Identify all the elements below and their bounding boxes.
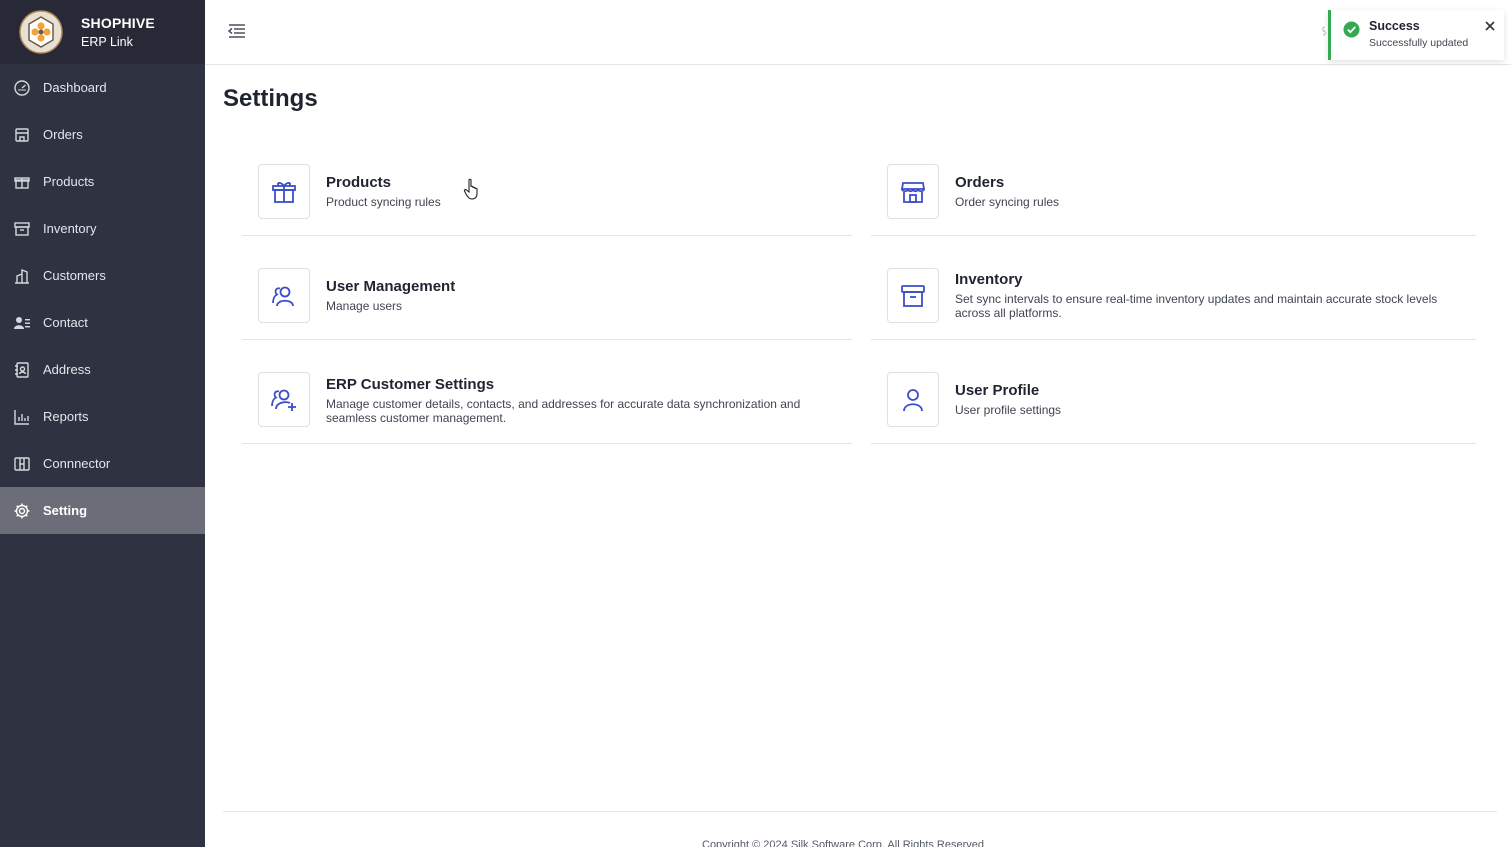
sidebar-item-reports[interactable]: Reports bbox=[0, 393, 205, 440]
sidebar-nav: Dashboard Orders Products Inventory Cust… bbox=[0, 64, 205, 534]
settings-card-products[interactable]: Products Product syncing rules bbox=[242, 164, 852, 236]
menu-collapse-icon[interactable] bbox=[227, 22, 247, 40]
archive-icon bbox=[13, 220, 31, 238]
card-description: Manage customer details, contacts, and a… bbox=[326, 397, 801, 425]
sidebar-item-label: Products bbox=[43, 174, 95, 189]
users-icon bbox=[258, 268, 310, 323]
check-circle-icon bbox=[1343, 21, 1360, 38]
sidebar: SHOPHIVE ERP Link Dashboard Orders Produ… bbox=[0, 0, 205, 847]
footer-copyright: Copyright © 2024 Silk Software Corp. All… bbox=[702, 839, 985, 847]
card-description: Order syncing rules bbox=[955, 195, 1060, 209]
sidebar-item-label: Orders bbox=[43, 127, 83, 142]
brand-name: SHOPHIVE bbox=[81, 15, 155, 31]
top-bar bbox=[205, 0, 1511, 65]
success-toast: Success Successfully updated bbox=[1328, 10, 1504, 60]
sidebar-item-orders[interactable]: Orders bbox=[0, 111, 205, 158]
card-title: ERP Customer Settings bbox=[326, 376, 495, 393]
sidebar-item-inventory[interactable]: Inventory bbox=[0, 205, 205, 252]
sidebar-item-connector[interactable]: Connnector bbox=[0, 440, 205, 487]
connector-icon bbox=[13, 455, 31, 473]
sidebar-item-label: Connnector bbox=[43, 456, 111, 471]
gift-icon bbox=[13, 173, 31, 191]
settings-card-user-management[interactable]: User Management Manage users bbox=[242, 268, 852, 340]
bar-chart-icon bbox=[13, 408, 31, 426]
gear-icon bbox=[13, 502, 31, 520]
settings-card-erp-customer[interactable]: ERP Customer Settings Manage customer de… bbox=[242, 372, 852, 444]
sidebar-item-label: Inventory bbox=[43, 221, 97, 236]
settings-card-orders[interactable]: Orders Order syncing rules bbox=[871, 164, 1476, 236]
close-icon[interactable] bbox=[1484, 20, 1496, 32]
gift-icon bbox=[258, 164, 310, 219]
card-description: Product syncing rules bbox=[326, 195, 441, 209]
card-title: Inventory bbox=[955, 271, 1023, 288]
sidebar-item-label: Customers bbox=[43, 268, 106, 283]
address-book-icon bbox=[13, 361, 31, 379]
brand-header[interactable]: SHOPHIVE ERP Link bbox=[0, 0, 205, 64]
sidebar-item-products[interactable]: Products bbox=[0, 158, 205, 205]
page-title: Settings bbox=[223, 85, 318, 112]
contact-icon bbox=[13, 314, 31, 332]
link-icon bbox=[1322, 26, 1326, 36]
toast-message: Successfully updated bbox=[1369, 37, 1469, 49]
card-description: Manage users bbox=[326, 299, 403, 313]
archive-icon bbox=[887, 268, 939, 323]
user-add-icon bbox=[258, 372, 310, 427]
sidebar-item-address[interactable]: Address bbox=[0, 346, 205, 393]
brand-subtitle: ERP Link bbox=[81, 35, 133, 49]
store-icon bbox=[887, 164, 939, 219]
sidebar-item-label: Contact bbox=[43, 315, 88, 330]
hand-cursor-icon bbox=[463, 178, 478, 200]
user-icon bbox=[887, 372, 939, 427]
settings-card-user-profile[interactable]: User Profile User profile settings bbox=[871, 372, 1476, 444]
settings-card-inventory[interactable]: Inventory Set sync intervals to ensure r… bbox=[871, 268, 1476, 340]
sidebar-item-customers[interactable]: Customers bbox=[0, 252, 205, 299]
orders-icon bbox=[13, 126, 31, 144]
card-title: Products bbox=[326, 174, 392, 191]
dashboard-icon bbox=[13, 79, 31, 97]
card-title: User Management bbox=[326, 278, 456, 295]
card-description: User profile settings bbox=[955, 403, 1062, 417]
sidebar-item-label: Reports bbox=[43, 409, 89, 424]
building-icon bbox=[13, 267, 31, 285]
toast-title: Success bbox=[1369, 19, 1420, 33]
sidebar-item-dashboard[interactable]: Dashboard bbox=[0, 64, 205, 111]
footer-divider bbox=[223, 811, 1497, 812]
sidebar-item-setting[interactable]: Setting bbox=[0, 487, 205, 534]
sidebar-item-label: Dashboard bbox=[43, 80, 107, 95]
sidebar-item-contact[interactable]: Contact bbox=[0, 299, 205, 346]
card-description: Set sync intervals to ensure real-time i… bbox=[955, 292, 1438, 320]
card-title: Orders bbox=[955, 174, 1005, 191]
shophive-logo-icon bbox=[19, 10, 63, 54]
sidebar-item-label: Address bbox=[43, 362, 91, 377]
card-title: User Profile bbox=[955, 382, 1040, 399]
sidebar-item-label: Setting bbox=[43, 503, 88, 518]
